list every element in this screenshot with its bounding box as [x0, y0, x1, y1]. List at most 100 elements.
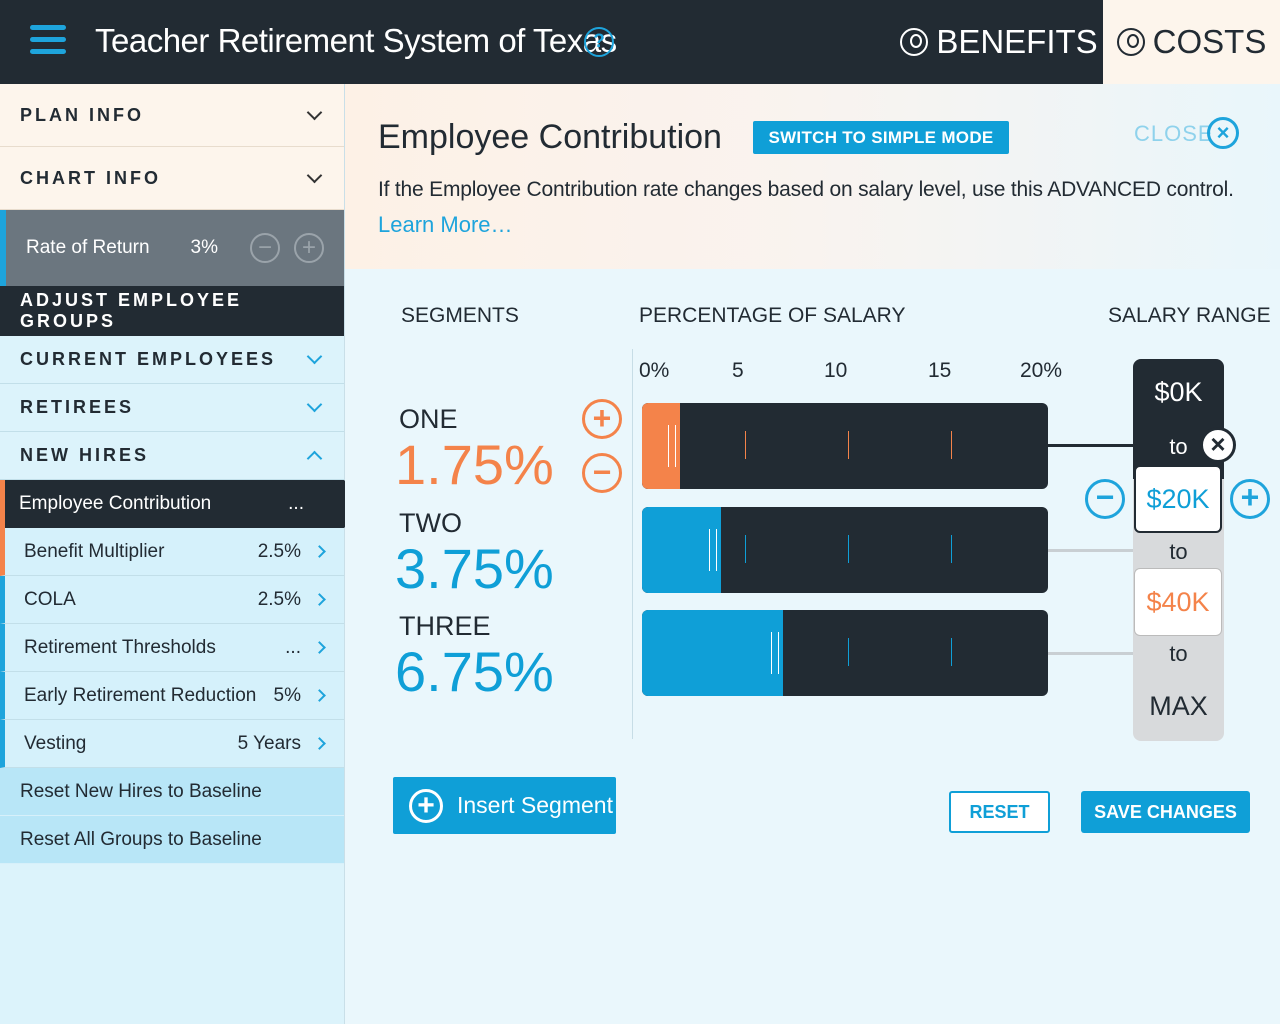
sidebar-item-early-retirement-reduction[interactable]: Early Retirement Reduction 5%	[0, 672, 344, 720]
add-segment-icon[interactable]: +	[582, 399, 622, 439]
save-changes-button[interactable]: SAVE CHANGES	[1081, 791, 1250, 833]
insert-segment-button[interactable]: + Insert Segment	[393, 777, 616, 834]
reset-new-hires-button[interactable]: Reset New Hires to Baseline	[0, 768, 344, 816]
slider-tick	[745, 431, 746, 459]
scale-label: 0%	[639, 359, 670, 382]
sidebar-item-value: ...	[288, 493, 304, 514]
slider-grip[interactable]	[709, 529, 717, 571]
connector-line	[1048, 652, 1134, 655]
chevron-up-icon	[306, 450, 323, 467]
sidebar-item-benefit-multiplier[interactable]: Benefit Multiplier 2.5%	[0, 528, 344, 576]
chevron-down-icon	[306, 396, 323, 413]
app-header: Teacher Retirement System of Texas ? BEN…	[0, 0, 1280, 84]
close-icon[interactable]: ×	[1207, 117, 1239, 149]
reset-all-groups-button[interactable]: Reset All Groups to Baseline	[0, 816, 344, 864]
slider-grip[interactable]	[771, 632, 779, 674]
menu-icon[interactable]	[30, 25, 66, 57]
insert-segment-label: Insert Segment	[457, 792, 613, 818]
salary-end: MAX	[1149, 691, 1208, 721]
reset-button[interactable]: RESET	[949, 791, 1050, 833]
increase-rate-button[interactable]: +	[294, 233, 324, 263]
sidebar-item-label: Early Retirement Reduction	[24, 684, 257, 706]
salary-start: $0K	[1154, 377, 1203, 407]
segment-one-slider[interactable]	[642, 403, 1048, 489]
remove-segment-icon[interactable]: −	[582, 453, 622, 493]
slider-grip[interactable]	[668, 425, 676, 467]
adjust-groups-heading: ADJUST EMPLOYEE GROUPS	[0, 286, 344, 336]
sidebar-item-cola[interactable]: COLA 2.5%	[0, 576, 344, 624]
rate-of-return-value: 3%	[190, 237, 218, 258]
salary-breakpoint-two[interactable]: $40K	[1134, 568, 1222, 636]
segment-three-percent: 6.75%	[395, 640, 554, 703]
employee-contribution-panel: Employee Contribution SWITCH TO SIMPLE M…	[345, 84, 1280, 1024]
help-icon[interactable]: ?	[584, 27, 614, 57]
increase-breakpoint-icon[interactable]: +	[1230, 479, 1270, 519]
percentage-column-header: PERCENTAGE OF SALARY	[639, 304, 906, 327]
tab-benefits[interactable]: BENEFITS	[895, 0, 1103, 84]
segment-two-name: TWO	[399, 508, 462, 538]
chevron-down-icon	[306, 348, 323, 365]
sidebar-item-value: 5 Years	[237, 732, 301, 754]
close-label[interactable]: CLOSE	[1134, 121, 1214, 147]
chevron-down-icon	[306, 167, 323, 183]
switch-to-simple-mode-button[interactable]: SWITCH TO SIMPLE MODE	[753, 121, 1009, 154]
remove-breakpoint-icon[interactable]: ×	[1200, 427, 1236, 463]
panel-title: Employee Contribution	[378, 118, 722, 156]
segment-three-slider[interactable]	[642, 610, 1048, 696]
salary-range-column-header: SALARY RANGE	[1108, 304, 1271, 327]
slider-tick	[848, 638, 849, 666]
tab-benefits-label: BENEFITS	[936, 23, 1098, 60]
chevron-right-icon	[313, 689, 326, 702]
sidebar-item-value: 2.5%	[257, 540, 301, 562]
group-current-employees[interactable]: CURRENT EMPLOYEES	[0, 336, 344, 384]
group-label: RETIREES	[20, 397, 135, 417]
scale-label: 15	[928, 359, 952, 382]
group-new-hires[interactable]: NEW HIRES	[0, 432, 344, 480]
axis-line	[632, 349, 633, 739]
rate-of-return-control: Rate of Return 3% − +	[0, 210, 344, 286]
sidebar-item-employee-contribution[interactable]: Employee Contribution ...	[0, 480, 368, 528]
person-icon	[900, 28, 929, 56]
panel-description: If the Employee Contribution rate change…	[378, 178, 1234, 201]
tab-costs[interactable]: COSTS	[1103, 0, 1280, 84]
segment-two-slider[interactable]	[642, 507, 1048, 593]
decrease-breakpoint-icon[interactable]: −	[1085, 479, 1125, 519]
chevron-right-icon	[313, 593, 326, 606]
connector-line	[1048, 549, 1134, 552]
sidebar-item-label: Benefit Multiplier	[24, 540, 165, 562]
connector-line	[1048, 444, 1134, 447]
sidebar-item-vesting[interactable]: Vesting 5 Years	[0, 720, 344, 768]
slider-tick	[848, 535, 849, 563]
slider-tick	[745, 638, 746, 666]
segment-two-percent: 3.75%	[395, 537, 554, 600]
sidebar-item-value: 5%	[273, 684, 301, 706]
segment-three-name: THREE	[399, 611, 491, 641]
sidebar-item-value: ...	[285, 636, 301, 658]
learn-more-link[interactable]: Learn More…	[378, 212, 513, 238]
slider-tick	[951, 431, 952, 459]
slider-tick	[848, 431, 849, 459]
group-icon	[1116, 28, 1145, 56]
sidebar-item-label: Vesting	[24, 732, 87, 754]
slider-tick	[745, 535, 746, 563]
sidebar-item-label: COLA	[24, 588, 76, 610]
scale-label: 20%	[1020, 359, 1063, 382]
chevron-right-icon	[313, 737, 326, 750]
chart-info-accordion[interactable]: CHART INFO	[0, 147, 344, 210]
tab-costs-label: COSTS	[1152, 23, 1267, 60]
sidebar: PLAN INFO CHART INFO Rate of Return 3% −…	[0, 84, 368, 1024]
plan-info-accordion[interactable]: PLAN INFO	[0, 84, 344, 147]
salary-breakpoint-one[interactable]: $20K	[1134, 465, 1222, 533]
sidebar-item-label: Employee Contribution	[19, 493, 212, 514]
group-retirees[interactable]: RETIREES	[0, 384, 344, 432]
decrease-rate-button[interactable]: −	[250, 233, 280, 263]
slider-tick	[951, 638, 952, 666]
salary-to-label: to	[1169, 539, 1188, 564]
rate-of-return-label: Rate of Return	[26, 237, 150, 258]
sidebar-item-retirement-thresholds[interactable]: Retirement Thresholds ...	[0, 624, 344, 672]
group-label: CURRENT EMPLOYEES	[20, 349, 277, 369]
chevron-right-icon	[313, 641, 326, 654]
segment-one-name: ONE	[399, 404, 458, 434]
app-title: Teacher Retirement System of Texas	[95, 22, 617, 59]
scale-label: 10	[824, 359, 848, 382]
